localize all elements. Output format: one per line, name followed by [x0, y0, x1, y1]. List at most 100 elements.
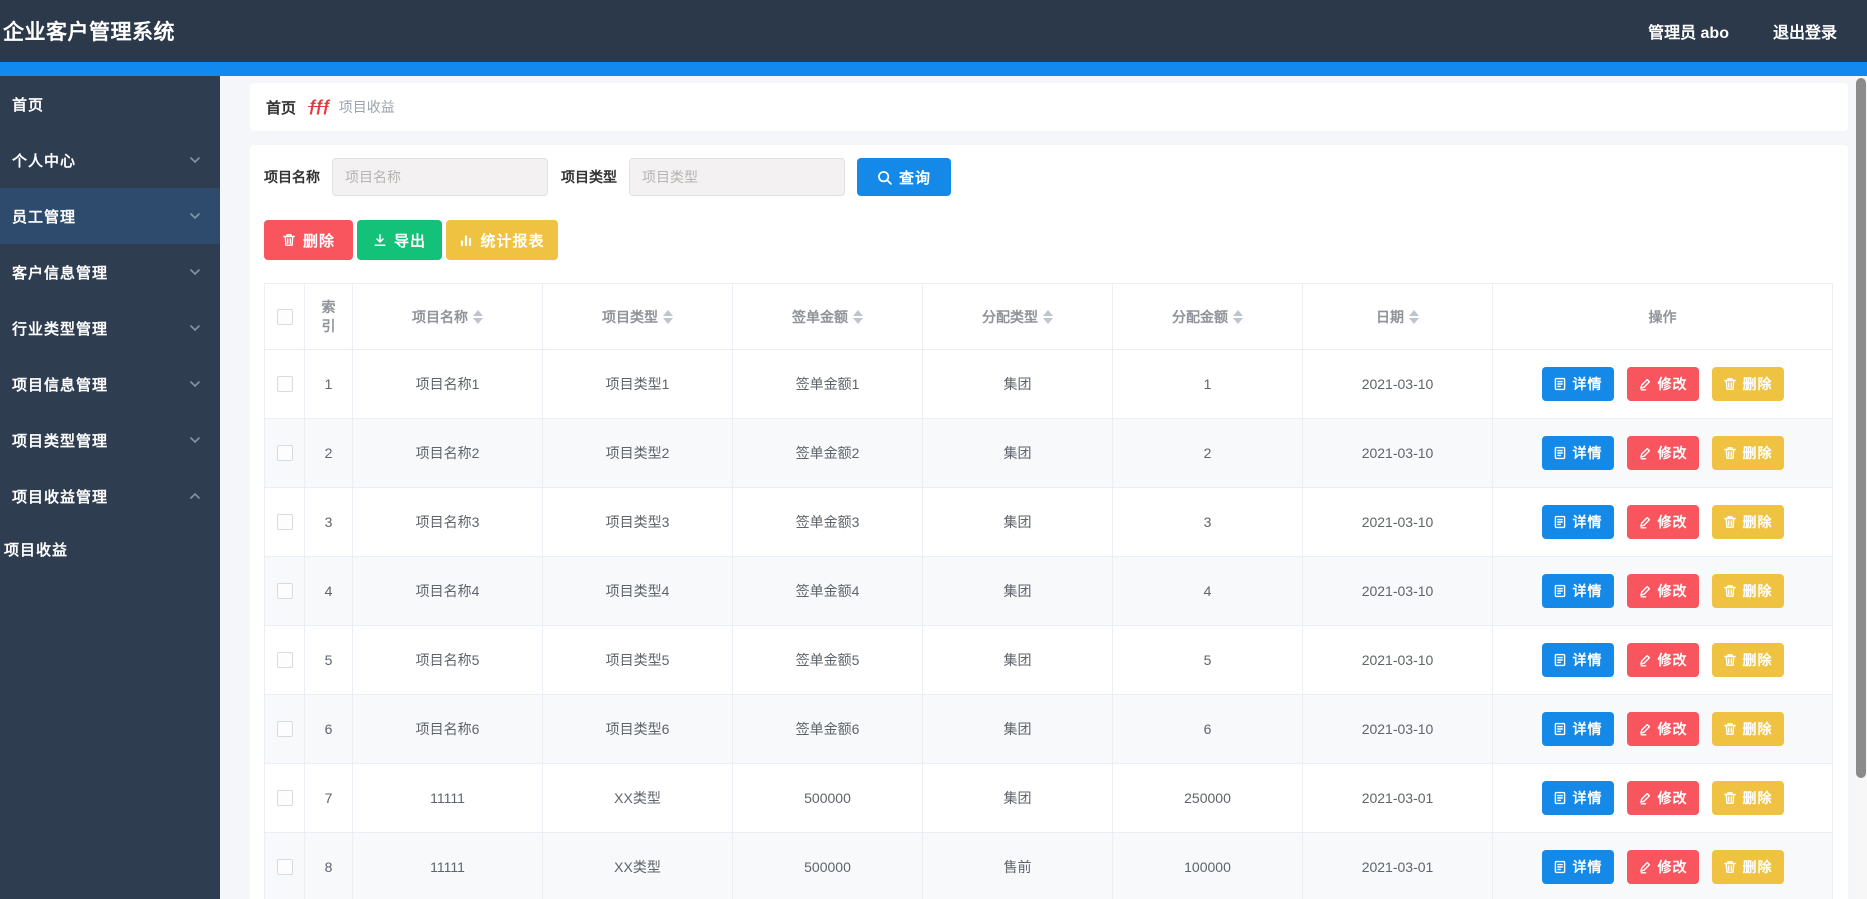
row-edit-button[interactable]: 修改: [1626, 436, 1699, 470]
row-detail-button[interactable]: 详情: [1541, 574, 1614, 608]
statistics-report-button[interactable]: 统计报表: [446, 220, 558, 260]
row-checkbox[interactable]: [276, 790, 293, 806]
query-button[interactable]: 查询: [857, 158, 951, 196]
cell-2: 签单金额5: [732, 625, 923, 695]
column-header-label: 操作: [1648, 308, 1677, 325]
row-delete-button[interactable]: 删除: [1711, 574, 1784, 608]
sort-icon[interactable]: [853, 309, 863, 324]
sort-icon[interactable]: [1043, 309, 1053, 324]
sidebar-item-0[interactable]: 首页: [0, 76, 220, 132]
row-detail-button[interactable]: 详情: [1541, 850, 1614, 884]
sidebar-item-5[interactable]: 项目信息管理: [0, 356, 220, 412]
row-edit-button[interactable]: 修改: [1626, 574, 1699, 608]
breadcrumb-home-link[interactable]: 首页: [266, 97, 296, 118]
row-checkbox[interactable]: [276, 859, 293, 875]
row-detail-button[interactable]: 详情: [1541, 712, 1614, 746]
row-edit-button[interactable]: 修改: [1626, 643, 1699, 677]
sort-icon[interactable]: [473, 309, 483, 324]
cell-1: 项目类型1: [542, 349, 733, 419]
trash-icon: [1723, 792, 1736, 804]
row-edit-button[interactable]: 修改: [1626, 850, 1699, 884]
column-header-label: 项目名称: [412, 308, 468, 325]
document-icon: [1554, 860, 1565, 874]
breadcrumb-current: 项目收益: [338, 99, 395, 115]
row-checkbox[interactable]: [276, 445, 293, 461]
current-user-link[interactable]: 管理员 abo: [1648, 19, 1729, 43]
cell-2: 签单金额4: [732, 556, 923, 626]
project-name-input[interactable]: [332, 158, 548, 196]
document-icon: [1554, 653, 1565, 667]
row-checkbox[interactable]: [276, 514, 293, 530]
cell-0: 项目名称6: [352, 694, 543, 764]
cell-0: 项目名称1: [352, 349, 543, 419]
cell-index: 3: [304, 487, 353, 557]
cell-1: 项目类型4: [542, 556, 733, 626]
logout-link[interactable]: 退出登录: [1773, 19, 1837, 43]
row-actions: 详情 修改 删除: [1494, 712, 1832, 746]
sidebar-subitem-project-income[interactable]: 项目收益: [0, 524, 220, 574]
row-edit-button[interactable]: 修改: [1626, 781, 1699, 815]
column-header-5[interactable]: 分配金额: [1112, 283, 1303, 350]
project-type-input[interactable]: [629, 158, 845, 196]
row-detail-button[interactable]: 详情: [1541, 367, 1614, 401]
accent-strip: [0, 62, 1867, 76]
sidebar-item-6[interactable]: 项目类型管理: [0, 412, 220, 468]
sidebar-item-2[interactable]: 员工管理: [0, 188, 220, 244]
cell-5: 2021-03-01: [1302, 832, 1493, 899]
row-detail-button[interactable]: 详情: [1541, 436, 1614, 470]
download-icon: [374, 234, 386, 246]
column-header-4[interactable]: 分配类型: [922, 283, 1113, 350]
row-delete-button[interactable]: 删除: [1711, 505, 1784, 539]
bulk-delete-button[interactable]: 删除: [264, 220, 353, 260]
row-detail-button[interactable]: 详情: [1541, 781, 1614, 815]
chevron-down-icon: [190, 157, 200, 163]
cell-index: 6: [304, 694, 353, 764]
cell-index: 1: [304, 349, 353, 419]
row-delete-button[interactable]: 删除: [1711, 781, 1784, 815]
row-detail-button[interactable]: 详情: [1541, 643, 1614, 677]
cell-4: 6: [1112, 694, 1303, 764]
row-edit-button[interactable]: 修改: [1626, 712, 1699, 746]
row-checkbox[interactable]: [276, 583, 293, 599]
select-all-header-cell: [264, 283, 305, 350]
scrollbar-thumb[interactable]: [1856, 78, 1866, 778]
sort-icon[interactable]: [1233, 309, 1243, 324]
row-detail-button[interactable]: 详情: [1541, 505, 1614, 539]
row-delete-button[interactable]: 删除: [1711, 643, 1784, 677]
column-header-6[interactable]: 日期: [1302, 283, 1493, 350]
sidebar-item-7[interactable]: 项目收益管理: [0, 468, 220, 524]
cell-1: 项目类型3: [542, 487, 733, 557]
sidebar-item-1[interactable]: 个人中心: [0, 132, 220, 188]
select-all-checkbox[interactable]: [276, 308, 293, 325]
row-delete-button[interactable]: 删除: [1711, 712, 1784, 746]
sidebar-item-4[interactable]: 行业类型管理: [0, 300, 220, 356]
sidebar-nav: 首页 个人中心 员工管理 客户信息管理 行业类型管理 项目信息管理 项目类型管理项目收益管理…: [0, 76, 220, 899]
row-delete-button[interactable]: 删除: [1711, 367, 1784, 401]
cell-5: 2021-03-01: [1302, 763, 1493, 833]
cell-5: 2021-03-10: [1302, 556, 1493, 626]
column-header-2[interactable]: 项目类型: [542, 283, 733, 350]
column-header-3[interactable]: 签单金额: [732, 283, 923, 350]
row-actions: 详情 修改 删除: [1494, 505, 1832, 539]
cell-0: 项目名称5: [352, 625, 543, 695]
export-button[interactable]: 导出: [357, 220, 442, 260]
row-edit-button[interactable]: 修改: [1626, 505, 1699, 539]
sort-icon[interactable]: [663, 309, 673, 324]
row-checkbox[interactable]: [276, 721, 293, 737]
sidebar-item-3[interactable]: 客户信息管理: [0, 244, 220, 300]
chevron-down-icon: [190, 213, 200, 219]
document-icon: [1554, 377, 1565, 391]
sidebar-item-label: 项目收益管理: [12, 488, 109, 506]
row-delete-button[interactable]: 删除: [1711, 850, 1784, 884]
column-header-1[interactable]: 项目名称: [352, 283, 543, 350]
breadcrumb-separator-icon: ƒƒƒ: [308, 98, 331, 115]
row-edit-button[interactable]: 修改: [1626, 367, 1699, 401]
row-checkbox[interactable]: [276, 376, 293, 392]
cell-2: 签单金额6: [732, 694, 923, 764]
sort-icon[interactable]: [1409, 309, 1419, 324]
row-checkbox[interactable]: [276, 652, 293, 668]
trash-icon: [1723, 378, 1736, 390]
pen-icon: [1639, 723, 1650, 736]
row-delete-button[interactable]: 删除: [1711, 436, 1784, 470]
cell-2: 签单金额1: [732, 349, 923, 419]
